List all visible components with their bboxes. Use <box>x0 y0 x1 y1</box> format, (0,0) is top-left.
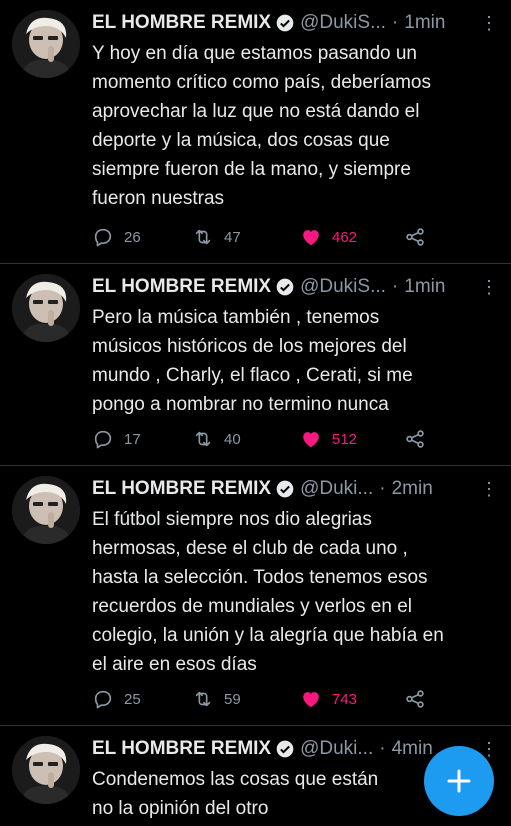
more-options-icon[interactable]: ⋮ <box>479 480 499 500</box>
reply-icon <box>94 690 112 709</box>
reply-button[interactable]: 17 <box>92 428 141 450</box>
author-handle[interactable]: @DukiS... <box>300 12 386 34</box>
tweet[interactable]: EL HOMBRE REMIX @Duki... · 2min ⋮ El fút… <box>0 466 511 726</box>
reply-count: 25 <box>124 690 141 708</box>
author-name[interactable]: EL HOMBRE REMIX <box>92 478 271 500</box>
like-count: 462 <box>332 228 358 246</box>
avatar[interactable] <box>12 476 80 544</box>
compose-tweet-button[interactable] <box>424 746 494 816</box>
reply-button[interactable]: 25 <box>92 688 141 710</box>
author-name[interactable]: EL HOMBRE REMIX <box>92 276 271 298</box>
tweet-actions: 25 59 743 <box>92 686 432 712</box>
author-handle[interactable]: @Duki... <box>300 738 373 760</box>
retweet-count: 47 <box>224 228 241 246</box>
verified-badge-icon <box>276 480 294 498</box>
reply-count: 26 <box>124 228 141 246</box>
retweet-button[interactable]: 40 <box>192 428 241 450</box>
tweet-actions: 17 40 512 <box>92 426 432 452</box>
separator-dot: · <box>391 276 399 297</box>
retweet-icon <box>195 431 211 447</box>
heart-icon <box>303 230 319 246</box>
tweet-text: Pero la música también , tenemos músicos… <box>92 307 413 415</box>
verified-badge-icon <box>276 14 294 32</box>
heart-icon <box>303 432 319 448</box>
more-options-icon[interactable]: ⋮ <box>479 278 499 298</box>
tweet[interactable]: EL HOMBRE REMIX @DukiS... · 1min ⋮ Pero … <box>0 264 511 466</box>
tweet-text: El fútbol siempre nos dio alegrias hermo… <box>92 509 444 675</box>
avatar[interactable] <box>12 274 80 342</box>
separator-dot: · <box>379 738 386 759</box>
verified-badge-icon <box>276 278 294 296</box>
share-icon <box>406 430 424 448</box>
more-options-icon[interactable]: ⋮ <box>479 14 499 34</box>
verified-badge-icon <box>276 740 294 758</box>
share-icon <box>406 228 424 246</box>
like-button[interactable]: 743 <box>300 688 357 710</box>
timestamp[interactable]: 4min <box>392 738 433 760</box>
tweet[interactable]: EL HOMBRE REMIX @DukiS... · 1min ⋮ Y hoy… <box>0 0 511 264</box>
separator-dot: · <box>379 478 386 499</box>
author-name[interactable]: EL HOMBRE REMIX <box>92 738 271 760</box>
reply-icon <box>94 228 112 247</box>
avatar[interactable] <box>12 736 80 804</box>
like-count: 743 <box>332 690 358 708</box>
author-handle[interactable]: @Duki... <box>300 478 373 500</box>
tweet-text: Y hoy en día que estamos pasando un mome… <box>92 43 431 209</box>
author-name[interactable]: EL HOMBRE REMIX <box>92 12 271 34</box>
like-count: 512 <box>332 430 358 448</box>
retweet-count: 59 <box>224 690 241 708</box>
author-handle[interactable]: @DukiS... <box>300 276 386 298</box>
share-icon <box>406 690 424 708</box>
separator-dot: · <box>391 12 399 33</box>
share-button[interactable] <box>404 428 436 450</box>
retweet-count: 40 <box>224 430 241 448</box>
timeline-feed: EL HOMBRE REMIX @DukiS... · 1min ⋮ Y hoy… <box>0 0 511 826</box>
retweet-icon <box>195 229 211 245</box>
reply-icon <box>94 430 112 449</box>
timestamp[interactable]: 1min <box>404 276 445 298</box>
reply-count: 17 <box>124 430 141 448</box>
retweet-button[interactable]: 59 <box>192 688 241 710</box>
share-button[interactable] <box>404 226 436 248</box>
avatar[interactable] <box>12 10 80 78</box>
plus-icon <box>447 769 471 793</box>
timestamp[interactable]: 2min <box>392 478 433 500</box>
tweet-actions: 26 47 462 <box>92 224 432 250</box>
reply-button[interactable]: 26 <box>92 226 141 248</box>
share-button[interactable] <box>404 688 436 710</box>
retweet-button[interactable]: 47 <box>192 226 241 248</box>
retweet-icon <box>195 691 211 707</box>
timestamp[interactable]: 1min <box>404 12 445 34</box>
heart-icon <box>303 692 319 708</box>
like-button[interactable]: 512 <box>300 428 357 450</box>
like-button[interactable]: 462 <box>300 226 357 248</box>
